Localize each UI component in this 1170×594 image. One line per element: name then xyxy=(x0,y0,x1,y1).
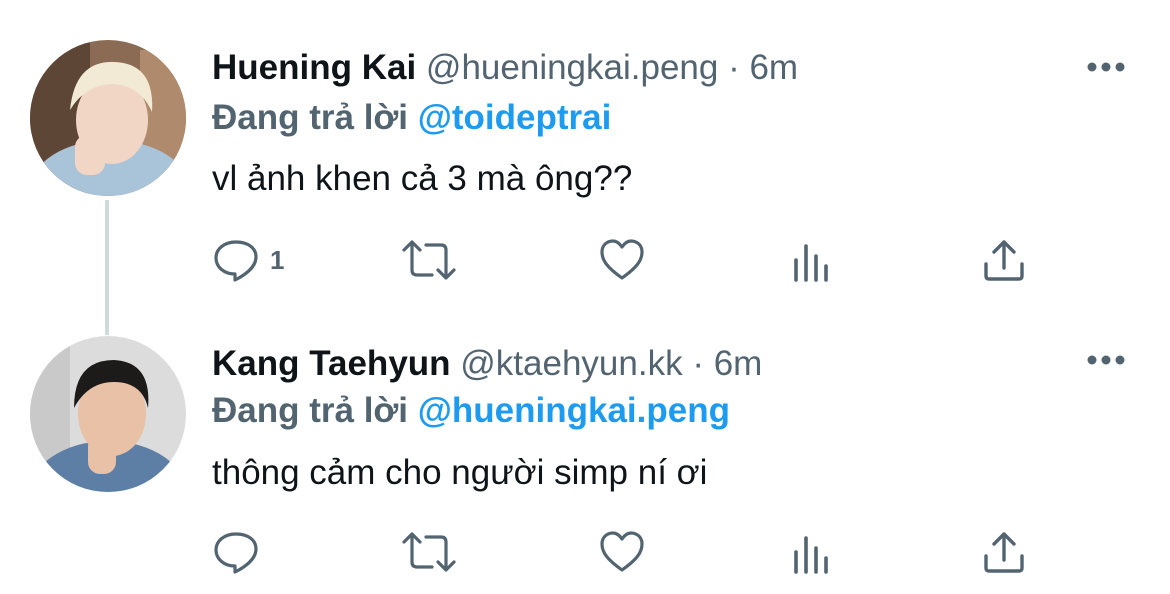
more-icon[interactable] xyxy=(1086,350,1126,370)
tweet-text: thông cảm cho người simp ní ơi xyxy=(212,453,708,492)
tweet[interactable]: Huening Kai @hueningkai.peng · 6m Đang t… xyxy=(0,0,1170,300)
like-button[interactable] xyxy=(598,528,646,576)
share-icon xyxy=(982,528,1026,576)
reply-icon xyxy=(212,528,260,576)
replying-to: Đang trả lời @hueningkai.peng xyxy=(212,389,730,433)
timestamp[interactable]: 6m xyxy=(714,344,763,383)
reply-count: 1 xyxy=(270,244,285,275)
replying-to: Đang trả lời @toideptrai xyxy=(212,96,611,140)
share-button[interactable] xyxy=(982,528,1026,576)
tweet-header: Kang Taehyun @ktaehyun.kk · 6m xyxy=(212,342,762,386)
like-icon xyxy=(598,528,646,576)
views-icon xyxy=(792,236,832,284)
share-icon xyxy=(982,236,1026,284)
retweet-button[interactable] xyxy=(400,236,458,284)
retweet-icon xyxy=(400,528,458,576)
mention-link[interactable]: @toideptrai xyxy=(418,98,612,137)
more-icon[interactable] xyxy=(1086,57,1126,77)
tweet-header: Huening Kai @hueningkai.peng · 6m xyxy=(212,46,798,90)
timestamp[interactable]: 6m xyxy=(749,48,798,87)
separator: · xyxy=(682,344,714,383)
display-name[interactable]: Kang Taehyun xyxy=(212,344,451,383)
replying-prefix: Đang trả lời xyxy=(212,391,409,430)
like-icon xyxy=(598,236,646,284)
views-button[interactable] xyxy=(792,236,832,284)
replying-prefix: Đang trả lời xyxy=(212,98,409,137)
handle[interactable]: @hueningkai.peng xyxy=(426,48,718,87)
like-button[interactable] xyxy=(598,236,646,284)
views-icon xyxy=(792,528,832,576)
share-button[interactable] xyxy=(982,236,1026,284)
action-bar: 1 xyxy=(212,236,1062,284)
mention-link[interactable]: @hueningkai.peng xyxy=(418,391,730,430)
display-name[interactable]: Huening Kai xyxy=(212,48,416,87)
retweet-icon xyxy=(400,236,458,284)
tweet[interactable]: Kang Taehyun @ktaehyun.kk · 6m Đang trả … xyxy=(0,294,1170,594)
avatar[interactable] xyxy=(30,336,186,492)
tweet-text: vl ảnh khen cả 3 mà ông?? xyxy=(212,159,633,198)
reply-button[interactable] xyxy=(212,528,270,576)
action-bar xyxy=(212,528,1062,576)
avatar[interactable] xyxy=(30,40,186,196)
separator: · xyxy=(718,48,750,87)
retweet-button[interactable] xyxy=(400,528,458,576)
views-button[interactable] xyxy=(792,528,832,576)
reply-icon xyxy=(212,236,260,284)
reply-button[interactable]: 1 xyxy=(212,236,284,284)
handle[interactable]: @ktaehyun.kk xyxy=(460,344,682,383)
